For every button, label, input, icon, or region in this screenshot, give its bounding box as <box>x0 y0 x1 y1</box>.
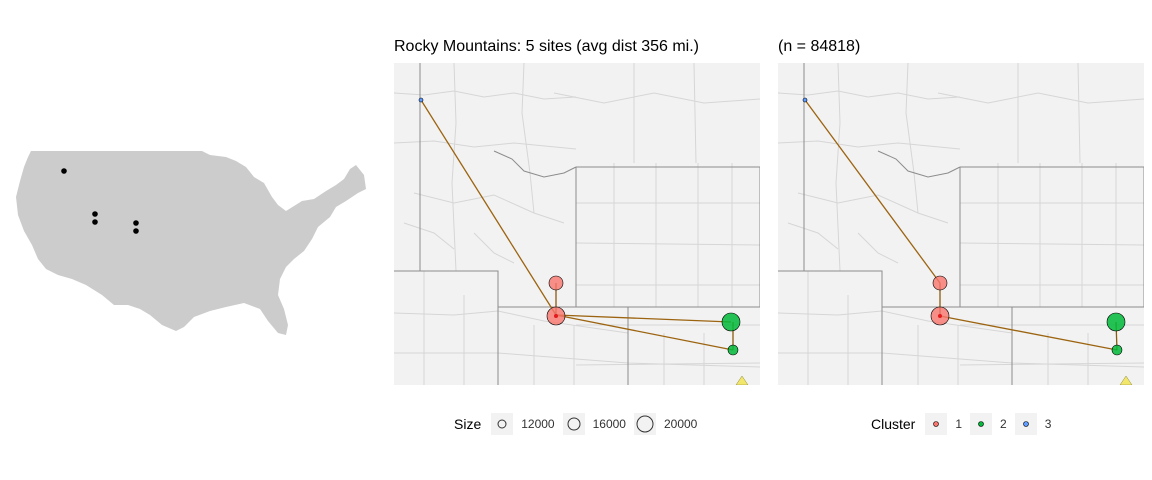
left-map-panel <box>394 63 760 385</box>
site-marker <box>932 275 948 291</box>
inset-us-map <box>16 151 366 335</box>
site-marker <box>721 312 741 332</box>
cluster-legend-item: 2 <box>970 413 1007 435</box>
size-key-small-icon <box>491 413 514 435</box>
site-center <box>938 314 942 318</box>
size-legend: Size 12000 16000 20000 <box>454 413 705 435</box>
site-marker <box>548 275 564 291</box>
right-panel-title: (n = 84818) <box>778 38 861 55</box>
cluster-legend-title: Cluster <box>871 416 916 432</box>
size-legend-item: 12000 <box>491 413 555 435</box>
left-panel-title: Rocky Mountains: 5 sites (avg dist 356 m… <box>394 38 700 55</box>
cluster-legend-item: 3 <box>1014 413 1051 435</box>
cluster-2-dot-icon <box>970 413 993 435</box>
size-key-large-icon <box>633 413 656 435</box>
site-dot <box>92 219 98 225</box>
panel-background <box>778 63 1144 385</box>
cluster-legend: Cluster 1 2 3 <box>871 413 1059 435</box>
site-dot <box>133 228 139 234</box>
site-marker <box>1111 344 1123 356</box>
size-key-medium-icon <box>562 413 585 435</box>
site-dot <box>92 211 98 217</box>
size-legend-title: Size <box>454 416 482 432</box>
cluster-3-dot-icon <box>1014 413 1037 435</box>
site-marker <box>1106 312 1126 332</box>
cluster-1-dot-icon <box>925 413 948 435</box>
site-center <box>554 314 558 318</box>
site-marker <box>802 97 808 103</box>
panel-background <box>394 63 760 385</box>
us-landmass <box>16 151 366 335</box>
site-marker <box>727 344 739 356</box>
size-legend-item: 16000 <box>562 413 626 435</box>
right-map-panel <box>778 63 1144 385</box>
size-legend-item: 20000 <box>633 413 697 435</box>
site-dot <box>61 168 67 174</box>
cluster-legend-item: 1 <box>925 413 962 435</box>
site-marker <box>418 97 424 103</box>
site-dot <box>133 220 139 226</box>
